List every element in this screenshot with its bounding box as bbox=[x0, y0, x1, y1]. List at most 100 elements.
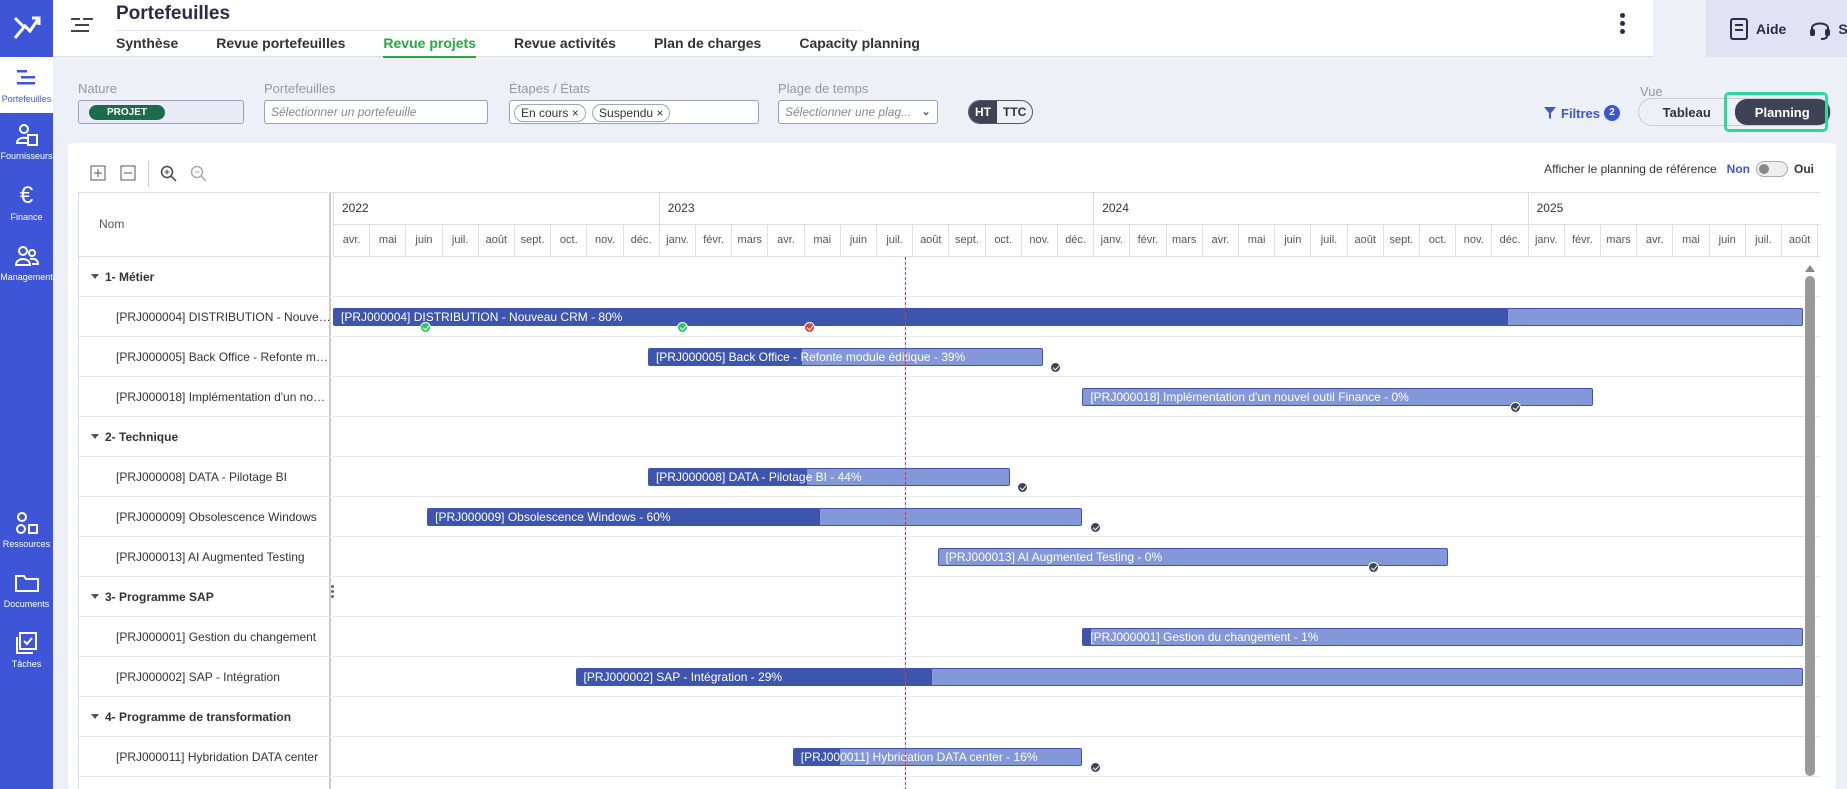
chevron-down-icon: ⌄ bbox=[920, 104, 931, 118]
tag-en-cours[interactable]: En cours × bbox=[514, 104, 586, 122]
gantt-bar[interactable]: [PRJ000001] Gestion du changement - 1% bbox=[1082, 628, 1803, 646]
year-label: 2025 bbox=[1527, 193, 1820, 225]
milestone-check-icon[interactable] bbox=[1509, 402, 1521, 413]
aide-button[interactable]: Aide bbox=[1728, 17, 1786, 41]
app-logo[interactable] bbox=[0, 0, 53, 56]
project-row[interactable]: [PRJ000018] Implémentation d'un nouvel o… bbox=[79, 377, 331, 417]
scroll-up-icon[interactable] bbox=[1805, 265, 1815, 272]
row-label: [PRJ000005] Back Office - Refonte module… bbox=[116, 350, 331, 364]
project-row[interactable]: [PRJ000005] Back Office - Refonte module… bbox=[79, 337, 331, 377]
nav-item-taches[interactable]: Tâches bbox=[0, 630, 53, 680]
tab-capacity-planning[interactable]: Capacity planning bbox=[799, 31, 920, 58]
gantt-bar[interactable]: [PRJ000009] Obsolescence Windows - 60% bbox=[427, 508, 1083, 526]
caret-down-icon[interactable] bbox=[91, 594, 99, 599]
gantt-bar[interactable]: [PRJ000011] Hybridation DATA center - 16… bbox=[792, 748, 1083, 766]
month-label: févr. bbox=[1129, 225, 1165, 257]
nature-select[interactable]: PROJET bbox=[78, 100, 244, 124]
group-row[interactable]: 3- Programme SAP bbox=[79, 577, 331, 617]
filtres-button[interactable]: Filtres 2 bbox=[1544, 105, 1621, 121]
nav-item-documents[interactable]: Documents bbox=[0, 570, 53, 620]
gantt-bar[interactable]: [PRJ000008] DATA - Pilotage BI - 44% bbox=[647, 468, 1010, 486]
group-row[interactable]: 1- Métier bbox=[79, 257, 331, 297]
timeline: 2022 2023 2024 2025 avr. mai juin juil. août sep… bbox=[333, 193, 1820, 789]
tag-suspendu[interactable]: Suspendu × bbox=[592, 104, 671, 122]
nav-item-portefeuilles[interactable]: Portefeuilles bbox=[0, 57, 53, 113]
expand-all-icon[interactable] bbox=[90, 165, 106, 181]
caret-down-icon[interactable] bbox=[91, 274, 99, 279]
row-label: [PRJ000009] Obsolescence Windows bbox=[116, 510, 317, 524]
tab-revue-activites[interactable]: Revue activités bbox=[514, 31, 616, 58]
caret-down-icon[interactable] bbox=[91, 434, 99, 439]
nav-item-ressources[interactable]: Ressources bbox=[0, 510, 53, 560]
group-row[interactable]: 2- Technique bbox=[79, 417, 331, 457]
month-label: janv. bbox=[1093, 225, 1129, 257]
month-label: juin bbox=[1708, 225, 1745, 257]
bar-label: [PRJ000004] DISTRIBUTION - Nouveau CRM -… bbox=[341, 310, 623, 324]
bar-label: [PRJ000018] Implémentation d'un nouvel o… bbox=[1090, 390, 1409, 404]
nature-label: Nature bbox=[78, 81, 118, 96]
nature-chip: PROJET bbox=[89, 105, 166, 120]
tab-bar: Synthèse Revue portefeuilles Revue proje… bbox=[116, 30, 920, 58]
project-row[interactable]: [PRJ000004] DISTRIBUTION - Nouveau CRM bbox=[79, 297, 331, 337]
group-row[interactable]: 4- Programme de transformation bbox=[79, 697, 331, 737]
milestone-check-icon[interactable] bbox=[1049, 362, 1061, 373]
month-label: mai bbox=[1238, 225, 1274, 257]
tab-plan-de-charges[interactable]: Plan de charges bbox=[654, 31, 761, 58]
zoom-out-icon[interactable] bbox=[190, 165, 207, 182]
caret-down-icon[interactable] bbox=[91, 714, 99, 719]
month-label: févr. bbox=[695, 225, 731, 257]
ht-ttc-toggle[interactable]: HT TTC bbox=[968, 100, 1034, 124]
support-label: Support bbox=[1838, 20, 1847, 37]
month-label: avr. bbox=[333, 225, 369, 257]
tab-revue-projets[interactable]: Revue projets bbox=[383, 31, 476, 58]
ttc-option[interactable]: TTC bbox=[997, 101, 1032, 123]
project-row[interactable]: [PRJ000008] DATA - Pilotage BI bbox=[79, 457, 331, 497]
scroll-thumb[interactable] bbox=[1805, 276, 1815, 776]
tab-synthese[interactable]: Synthèse bbox=[116, 31, 178, 58]
reference-oui: Oui bbox=[1794, 162, 1814, 176]
milestone-check-icon[interactable] bbox=[676, 322, 688, 333]
gantt-bar[interactable]: [PRJ000005] Back Office - Refonte module… bbox=[647, 348, 1043, 366]
month-label: févr. bbox=[1563, 225, 1600, 257]
ht-option[interactable]: HT bbox=[969, 101, 997, 123]
zoom-in-icon[interactable] bbox=[160, 165, 177, 182]
project-row[interactable]: [PRJ000013] AI Augmented Testing bbox=[79, 537, 331, 577]
month-label: oct. bbox=[550, 225, 586, 257]
support-button[interactable]: Support bbox=[1808, 17, 1847, 41]
etapes-select[interactable]: En cours × Suspendu × bbox=[509, 100, 759, 124]
tab-revue-portefeuilles[interactable]: Revue portefeuilles bbox=[216, 31, 345, 58]
portefeuilles-select[interactable]: Sélectionner un portefeuille bbox=[264, 100, 488, 124]
month-label: oct. bbox=[984, 225, 1021, 257]
nav-item-fournisseurs[interactable]: Fournisseurs bbox=[0, 122, 53, 172]
month-label: mai bbox=[369, 225, 405, 257]
vue-tableau-option[interactable]: Tableau bbox=[1639, 99, 1735, 125]
project-row[interactable]: [PRJ000009] Obsolescence Windows bbox=[79, 497, 331, 537]
vertical-scrollbar[interactable] bbox=[1805, 265, 1815, 789]
milestone-check-icon[interactable] bbox=[419, 322, 431, 333]
collapse-all-icon[interactable] bbox=[120, 165, 136, 181]
nav-item-finance[interactable]: € Finance bbox=[0, 183, 53, 233]
milestone-check-icon[interactable] bbox=[1089, 762, 1101, 773]
row-line bbox=[333, 377, 1820, 417]
row-label: [PRJ000002] SAP - Intégration bbox=[116, 670, 280, 684]
task-icon bbox=[15, 632, 37, 654]
month-label: juin bbox=[1274, 225, 1310, 257]
reference-switch[interactable] bbox=[1756, 161, 1788, 177]
more-options-icon[interactable] bbox=[1620, 13, 1626, 37]
gantt-bar[interactable]: [PRJ000002] SAP - Intégration - 29% bbox=[575, 668, 1803, 686]
project-row[interactable]: [PRJ000011] Hybridation DATA center bbox=[79, 737, 331, 777]
milestone-check-icon[interactable] bbox=[803, 322, 815, 333]
year-label: 2022 bbox=[333, 193, 659, 225]
month-label: avr. bbox=[1636, 225, 1672, 257]
filtres-count-badge: 2 bbox=[1604, 105, 1621, 121]
plage-select[interactable]: Sélectionner une plag... ⌄ bbox=[778, 100, 938, 124]
project-row[interactable]: [PRJ000002] SAP - Intégration bbox=[79, 657, 331, 697]
row-label: [PRJ000013] AI Augmented Testing bbox=[116, 550, 305, 564]
tag-label: Suspendu bbox=[599, 106, 654, 120]
milestone-check-icon[interactable] bbox=[1089, 522, 1101, 533]
menu-toggle-icon[interactable] bbox=[71, 16, 93, 36]
gantt-bar[interactable]: [PRJ000004] DISTRIBUTION - Nouveau CRM -… bbox=[333, 308, 1803, 326]
nav-item-management[interactable]: Management bbox=[0, 243, 53, 293]
bar-label: [PRJ000009] Obsolescence Windows - 60% bbox=[435, 510, 671, 524]
project-row[interactable]: [PRJ000001] Gestion du changement bbox=[79, 617, 331, 657]
